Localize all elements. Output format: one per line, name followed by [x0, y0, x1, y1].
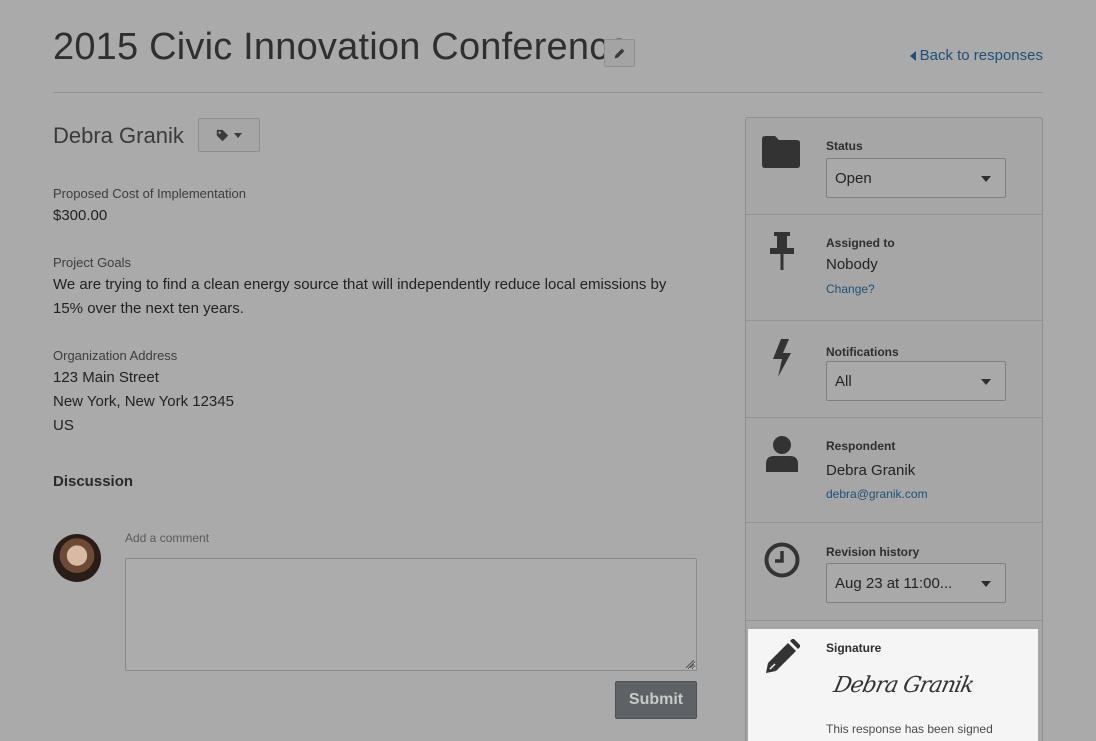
notifications-select[interactable]: All [826, 361, 1006, 401]
user-icon [766, 436, 798, 472]
notifications-label: Notifications [826, 345, 899, 359]
cost-value: $300.00 [53, 207, 108, 224]
address-line-1: 123 Main Street [53, 369, 159, 386]
signature-section: Signature Debra Granik This response has… [748, 629, 1038, 741]
discussion-title: Discussion [53, 473, 134, 490]
revision-label: Revision history [826, 545, 920, 559]
assigned-label: Assigned to [826, 236, 895, 250]
address-label: Organization Address [53, 348, 178, 363]
signature-image: Debra Granik [831, 673, 976, 698]
back-link-label: Back to responses [919, 47, 1043, 64]
status-label: Status [826, 139, 863, 153]
avatar [53, 534, 101, 582]
respondent-name-value: Debra Granik [826, 462, 916, 479]
signature-note: This response has been signed [826, 722, 993, 736]
comment-label: Add a comment [125, 531, 210, 545]
caret-left-icon [909, 50, 916, 61]
folder-icon [762, 136, 800, 168]
cost-label: Proposed Cost of Implementation [53, 186, 246, 201]
respondent-section: Respondent Debra Granik debra@granik.com [746, 418, 1042, 523]
change-assignee-link[interactable]: Change? [826, 282, 875, 296]
lightning-icon [773, 339, 791, 377]
pin-icon [770, 232, 794, 270]
caret-down-icon [981, 176, 991, 182]
tag-dropdown-button[interactable] [198, 118, 260, 152]
caret-down-icon [981, 581, 991, 587]
page-title: 2015 Civic Innovation Conference [53, 26, 630, 68]
edit-title-button[interactable] [604, 39, 635, 67]
header-divider [53, 92, 1043, 93]
assigned-section: Assigned to Nobody Change? [746, 215, 1042, 321]
goals-label: Project Goals [53, 255, 132, 270]
revision-section: Revision history Aug 23 at 11:00... [746, 523, 1042, 621]
assigned-value: Nobody [826, 256, 878, 273]
pencil-icon [766, 639, 800, 673]
address-line-3: US [53, 417, 74, 434]
respondent-name: Debra Granik [53, 123, 184, 148]
status-select-value: Open [835, 169, 872, 187]
address-line-2: New York, New York 12345 [53, 393, 234, 410]
notifications-select-value: All [835, 372, 852, 390]
notifications-section: Notifications All [746, 321, 1042, 418]
respondent-email-link[interactable]: debra@granik.com [826, 487, 928, 501]
submit-button[interactable]: Submit [615, 681, 697, 719]
status-section: Status Open [746, 118, 1042, 215]
signature-label: Signature [826, 641, 882, 655]
clock-icon [764, 542, 800, 578]
back-to-responses-link[interactable]: Back to responses [909, 47, 1043, 64]
chevron-down-icon [234, 132, 242, 138]
goals-value: We are trying to find a clean energy sou… [53, 276, 667, 317]
caret-down-icon [981, 379, 991, 385]
resize-handle-icon[interactable] [686, 660, 694, 668]
response-page: 2015 Civic Innovation Conference Back to… [0, 0, 1096, 741]
revision-select-value: Aug 23 at 11:00... [835, 574, 953, 592]
tag-icon [216, 129, 229, 141]
comment-input[interactable] [125, 558, 697, 671]
status-select[interactable]: Open [826, 158, 1006, 198]
revision-select[interactable]: Aug 23 at 11:00... [826, 563, 1006, 603]
respondent-label: Respondent [826, 439, 896, 453]
pencil-icon [614, 48, 625, 58]
response-sidebar: Status Open Assigned to Nobody Change? N [745, 117, 1043, 741]
